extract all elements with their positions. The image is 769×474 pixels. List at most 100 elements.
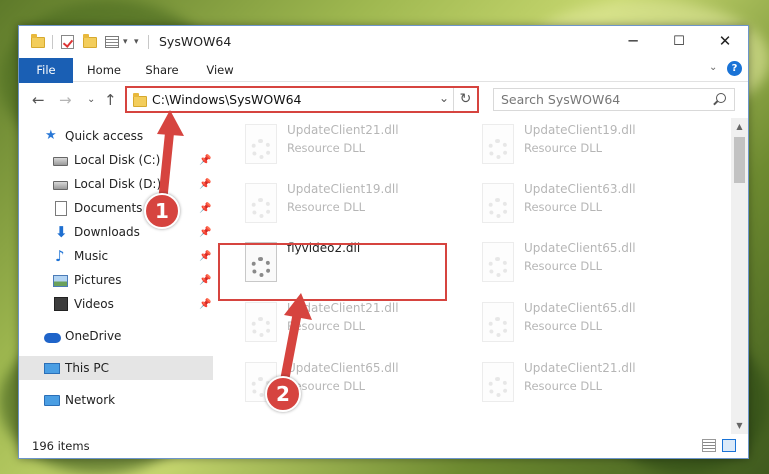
tab-view[interactable]: View — [197, 58, 243, 82]
sidebar-item-downloads[interactable]: ⬇ Downloads 📌 — [19, 220, 213, 244]
minimize-button[interactable]: ─ — [610, 26, 656, 56]
documents-icon — [55, 200, 67, 216]
quick-access-dropdown-icon[interactable]: ▾ — [134, 34, 139, 50]
file-item[interactable]: UpdateClient63.dll Resource DLL — [476, 179, 696, 233]
drive-icon — [53, 181, 68, 190]
scroll-down-icon[interactable]: ▼ — [731, 417, 748, 434]
close-button[interactable]: ✕ — [702, 26, 748, 56]
file-description: Resource DLL — [287, 200, 366, 214]
file-name: UpdateClient65.dll — [524, 301, 636, 315]
pictures-icon — [53, 274, 68, 287]
help-icon[interactable]: ? — [727, 61, 742, 76]
file-name: UpdateClient19.dll — [287, 182, 399, 196]
address-bar[interactable]: C:\Windows\SysWOW64 ⌄ ↻ — [125, 86, 479, 113]
ribbon-tabs: File Home Share View ⌄ ? — [19, 58, 748, 112]
file-item-flyvideo2[interactable]: flyvideo2.dll — [239, 238, 459, 292]
search-input[interactable]: Search SysWOW64 — [501, 92, 620, 107]
tab-home[interactable]: Home — [81, 58, 127, 82]
onedrive-icon — [44, 332, 61, 343]
toolbar-separator — [52, 35, 53, 49]
forward-button[interactable]: → — [59, 91, 72, 109]
sidebar-item-local-disk-c[interactable]: Local Disk (C:) 📌 — [19, 148, 213, 172]
pin-icon[interactable]: 📌 — [199, 251, 211, 262]
sidebar-item-local-disk-d[interactable]: Local Disk (D:) 📌 — [19, 172, 213, 196]
file-explorer-window: ▾ ▾ SysWOW64 ─ ☐ ✕ File Home Share View … — [18, 25, 749, 459]
sidebar-item-documents[interactable]: Documents 📌 — [19, 196, 213, 220]
scroll-up-icon[interactable]: ▲ — [731, 118, 748, 135]
file-description: Resource DLL — [287, 319, 366, 333]
file-item[interactable]: UpdateClient21.dll Resource DLL — [239, 120, 459, 174]
tiles-view-icon[interactable] — [722, 439, 736, 452]
sidebar-item-label: Local Disk (D:) — [74, 177, 162, 191]
recent-locations-button[interactable]: ⌄ — [87, 94, 95, 105]
sidebar-item-label: Network — [65, 393, 116, 407]
scroll-thumb[interactable] — [734, 137, 745, 183]
pin-icon[interactable]: 📌 — [199, 275, 211, 286]
sidebar-item-quick-access[interactable]: ★ Quick access — [19, 124, 213, 148]
sidebar-item-videos[interactable]: Videos 📌 — [19, 292, 213, 316]
file-name: UpdateClient19.dll — [524, 123, 636, 137]
file-description: Resource DLL — [524, 259, 603, 273]
file-item[interactable]: UpdateClient21.dll Resource DLL — [476, 358, 696, 412]
tab-share[interactable]: Share — [139, 58, 185, 82]
dll-file-icon — [245, 183, 277, 223]
sidebar-item-pictures[interactable]: Pictures 📌 — [19, 268, 213, 292]
drive-icon — [53, 157, 68, 166]
file-description: Resource DLL — [524, 379, 603, 393]
refresh-button[interactable]: ↻ — [453, 88, 477, 111]
pin-icon[interactable]: 📌 — [199, 299, 211, 310]
up-button[interactable]: ↑ — [104, 91, 117, 109]
toolbar-separator — [148, 35, 149, 49]
address-dropdown-icon[interactable]: ⌄ — [439, 91, 449, 105]
file-name: flyvideo2.dll — [287, 241, 361, 255]
dll-file-icon — [482, 242, 514, 282]
search-icon[interactable] — [716, 93, 726, 103]
details-view-icon[interactable] — [702, 439, 716, 452]
file-description: Resource DLL — [524, 200, 603, 214]
file-item[interactable]: UpdateClient19.dll Resource DLL — [239, 179, 459, 233]
sidebar-item-label: This PC — [65, 361, 109, 375]
navigation-pane: ★ Quick access Local Disk (C:) 📌 Local D… — [19, 118, 213, 434]
sidebar-item-network[interactable]: Network — [19, 388, 213, 412]
properties-check-icon[interactable] — [61, 34, 74, 50]
address-path[interactable]: C:\Windows\SysWOW64 — [152, 92, 301, 107]
sidebar-item-label: Downloads — [74, 225, 140, 239]
expand-ribbon-icon[interactable]: ⌄ — [709, 62, 717, 73]
pin-icon[interactable]: 📌 — [199, 155, 211, 166]
pin-icon[interactable]: 📌 — [199, 227, 211, 238]
sidebar-item-music[interactable]: ♪ Music 📌 — [19, 244, 213, 268]
sidebar-item-this-pc[interactable]: This PC — [19, 356, 213, 380]
pc-icon — [44, 362, 60, 374]
vertical-scrollbar[interactable]: ▲ ▼ — [731, 118, 748, 434]
step-badge-2: 2 — [265, 376, 301, 412]
navigation-bar: ← → ⌄ ↑ C:\Windows\SysWOW64 ⌄ ↻ Search S… — [19, 83, 748, 117]
file-description: Resource DLL — [524, 141, 603, 155]
file-item[interactable]: UpdateClient21.dll Resource DLL — [239, 298, 459, 352]
properties-icon[interactable] — [105, 34, 119, 50]
file-item[interactable]: UpdateClient65.dll Resource DLL — [476, 238, 696, 292]
pin-icon[interactable]: 📌 — [199, 203, 211, 214]
pin-icon[interactable]: 📌 — [199, 179, 211, 190]
step-badge-1: 1 — [144, 193, 180, 229]
sidebar-item-label: Local Disk (C:) — [74, 153, 161, 167]
dll-file-icon — [482, 124, 514, 164]
search-box[interactable]: Search SysWOW64 — [493, 88, 735, 111]
sidebar-item-label: Documents — [74, 201, 143, 215]
customize-toolbar-icon[interactable]: ▾ — [123, 34, 128, 50]
back-button[interactable]: ← — [32, 91, 45, 109]
sidebar-item-onedrive[interactable]: OneDrive — [19, 324, 213, 348]
music-icon: ♪ — [55, 247, 65, 265]
videos-icon — [54, 297, 68, 311]
new-folder-icon[interactable] — [83, 33, 97, 50]
file-name: UpdateClient65.dll — [287, 361, 399, 375]
dll-file-icon — [245, 124, 277, 164]
star-icon: ★ — [45, 128, 57, 143]
dll-file-icon — [482, 183, 514, 223]
sidebar-item-label: OneDrive — [65, 329, 122, 343]
file-item[interactable]: UpdateClient19.dll Resource DLL — [476, 120, 696, 174]
downloads-icon: ⬇ — [55, 223, 68, 241]
dll-file-icon — [482, 362, 514, 402]
maximize-button[interactable]: ☐ — [656, 26, 702, 56]
file-item[interactable]: UpdateClient65.dll Resource DLL — [476, 298, 696, 352]
file-name: UpdateClient21.dll — [524, 361, 636, 375]
